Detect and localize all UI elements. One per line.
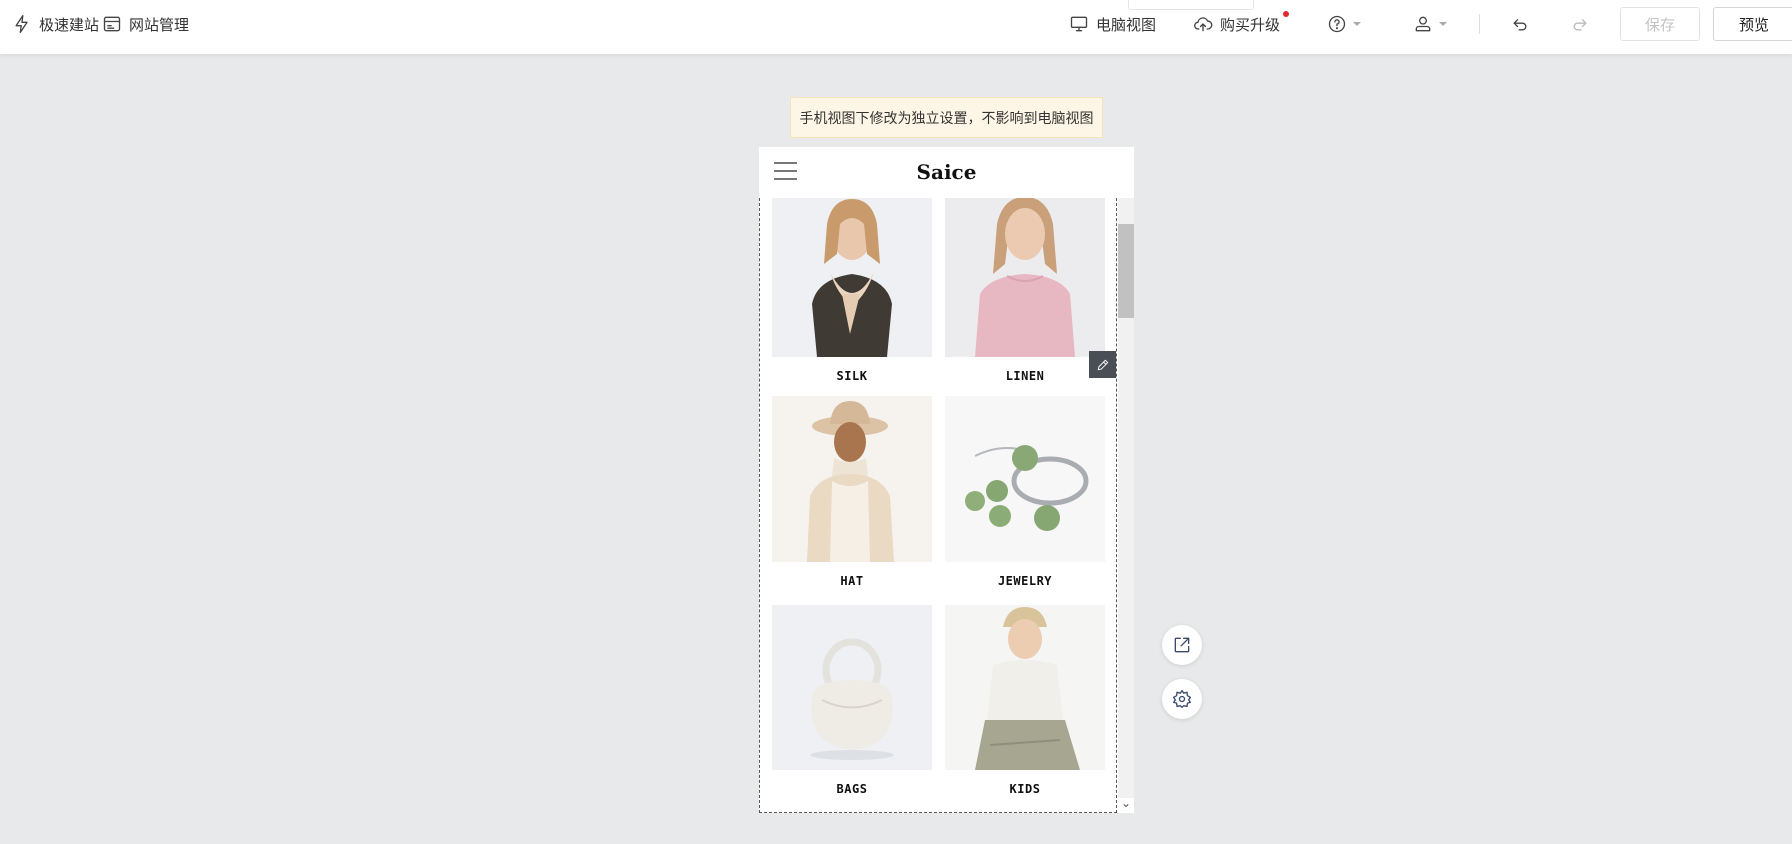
mobile-preview: Saice SILK LINEN HAT JEWELRY BAGS KIDS ⌄ — [759, 147, 1134, 813]
cloud-upload-icon — [1194, 17, 1213, 32]
mobile-header: Saice — [759, 147, 1134, 198]
chevron-down-icon — [1439, 22, 1447, 26]
chevron-down-icon[interactable]: ⌄ — [1121, 796, 1131, 810]
lightning-icon — [15, 15, 28, 33]
top-toolbar: 极速建站 网站管理 电脑视图 购买升级 保存 预览 — [0, 0, 1792, 54]
monitor-icon — [1070, 16, 1088, 32]
window-icon — [103, 16, 121, 32]
undo-button[interactable] — [1510, 0, 1530, 48]
quick-build-label: 极速建站 — [39, 16, 100, 34]
mobile-view-notice: 手机视图下修改为独立设置，不影响到电脑视图 — [790, 97, 1103, 138]
share-icon — [1174, 637, 1190, 653]
pc-view-label: 电脑视图 — [1096, 16, 1157, 34]
notification-dot — [1283, 11, 1289, 17]
category-module[interactable]: SILK LINEN HAT JEWELRY BAGS KIDS ⌄ — [759, 198, 1134, 813]
undo-icon — [1513, 19, 1527, 31]
gear-icon — [1173, 690, 1191, 708]
site-manage-button[interactable]: 网站管理 — [102, 0, 189, 48]
settings-button[interactable] — [1162, 679, 1202, 719]
share-button[interactable] — [1162, 625, 1202, 665]
module-outline — [759, 198, 1117, 813]
upgrade-label: 购买升级 — [1220, 16, 1281, 34]
help-menu[interactable] — [1327, 0, 1361, 48]
redo-button[interactable] — [1570, 0, 1590, 48]
save-button[interactable]: 保存 — [1620, 7, 1700, 41]
chevron-down-icon — [1353, 22, 1361, 26]
upgrade-button[interactable]: 购买升级 — [1193, 0, 1280, 48]
help-icon — [1328, 15, 1346, 33]
scrollbar-thumb[interactable] — [1118, 224, 1134, 318]
pc-view-button[interactable]: 电脑视图 — [1069, 0, 1156, 48]
user-icon — [1415, 16, 1431, 32]
quick-build-button[interactable]: 极速建站 — [12, 0, 99, 48]
site-brand: Saice — [916, 160, 977, 184]
toolbar-divider — [1479, 14, 1480, 34]
site-manage-label: 网站管理 — [129, 16, 190, 34]
preview-button[interactable]: 预览 — [1713, 7, 1792, 41]
redo-icon — [1573, 19, 1587, 31]
user-menu[interactable] — [1413, 0, 1447, 48]
